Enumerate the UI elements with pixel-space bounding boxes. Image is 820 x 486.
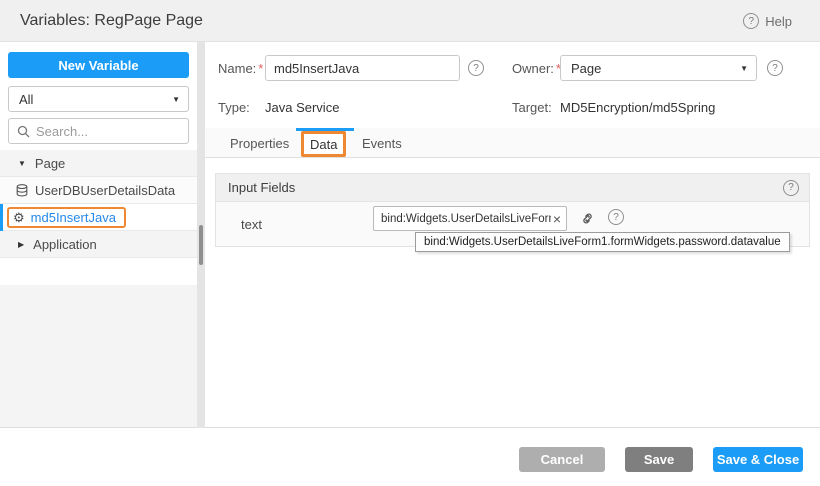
name-input[interactable] [265, 55, 460, 81]
owner-selected-value: Page [571, 61, 601, 76]
bind-help-icon[interactable]: ? [608, 209, 624, 225]
binding-tooltip: bind:Widgets.UserDetailsLiveForm1.formWi… [415, 232, 790, 252]
name-label: Name:* [218, 61, 263, 76]
clear-binding-icon[interactable]: × [551, 212, 563, 226]
target-label: Target: [512, 100, 552, 115]
gear-icon: ⚙ [13, 211, 25, 224]
sidebar-empty-area [0, 285, 197, 427]
page-title: Variables: RegPage Page [20, 12, 203, 30]
search-input[interactable] [36, 124, 180, 139]
tab-bar: Properties Data Events [205, 128, 820, 158]
type-value: Java Service [265, 100, 339, 115]
input-fields-header: Input Fields ? [216, 174, 809, 202]
caret-right-icon: ▶ [18, 240, 24, 249]
bind-link-icon[interactable] [579, 210, 596, 227]
search-box [8, 118, 189, 144]
cancel-button[interactable]: Cancel [519, 447, 605, 472]
section-help-icon[interactable]: ? [783, 180, 799, 196]
variables-dialog: Variables: RegPage Page ? Help New Varia… [0, 0, 820, 486]
dialog-footer: Cancel Save Save & Close [0, 428, 820, 486]
tab-events[interactable]: Events [362, 128, 402, 158]
required-marker: * [258, 61, 263, 76]
sidebar-scrollbar[interactable] [197, 42, 205, 428]
tree-item-label: Application [33, 237, 97, 252]
field-name: text [241, 217, 262, 232]
caret-down-icon: ▼ [18, 159, 26, 168]
scrollbar-thumb[interactable] [199, 225, 203, 265]
sidebar-item-userdbuserdetailsdata[interactable]: UserDBUserDetailsData [0, 177, 197, 204]
sidebar: New Variable All ▼ ▼ Page UserDBUserDeta… [0, 42, 197, 428]
section-title: Input Fields [228, 180, 295, 195]
help-label: Help [765, 14, 792, 29]
tab-data[interactable]: Data [301, 131, 346, 157]
sidebar-item-page[interactable]: ▼ Page [0, 150, 197, 177]
owner-help-icon[interactable]: ? [767, 60, 783, 76]
tree-item-label: UserDBUserDetailsData [35, 183, 175, 198]
new-variable-button[interactable]: New Variable [8, 52, 189, 78]
tree-item-label: Page [35, 156, 65, 171]
name-help-icon[interactable]: ? [468, 60, 484, 76]
type-label: Type: [218, 100, 250, 115]
selected-indicator-bar [0, 204, 3, 231]
annotation-highlight-box: ⚙ md5InsertJava [7, 207, 126, 228]
search-icon [17, 125, 30, 138]
help-icon: ? [743, 13, 759, 29]
main-panel: Name:* ? Owner:* Page ▼ ? Type: Java Ser… [205, 42, 820, 428]
variable-tree: ▼ Page UserDBUserDetailsData ⚙ md5Insert… [0, 150, 197, 258]
dialog-header: Variables: RegPage Page ? Help [0, 0, 820, 42]
sidebar-item-md5insertjava[interactable]: ⚙ md5InsertJava [0, 204, 197, 231]
sidebar-item-application[interactable]: ▶ Application [0, 231, 197, 258]
owner-label: Owner:* [512, 61, 561, 76]
filter-selected-value: All [19, 92, 33, 107]
database-icon [16, 184, 28, 197]
tab-properties[interactable]: Properties [230, 128, 289, 158]
target-value: MD5Encryption/md5Spring [560, 100, 715, 115]
chevron-down-icon: ▼ [740, 64, 748, 73]
tree-item-label: md5InsertJava [31, 210, 116, 225]
help-button[interactable]: ? Help [743, 13, 792, 29]
bind-value-text: bind:Widgets.UserDetailsLiveForm1.fo [381, 213, 551, 225]
save-button[interactable]: Save [625, 447, 693, 472]
owner-select[interactable]: Page ▼ [560, 55, 757, 81]
save-close-button[interactable]: Save & Close [713, 447, 803, 472]
variable-filter-select[interactable]: All ▼ [8, 86, 189, 112]
bind-value-input[interactable]: bind:Widgets.UserDetailsLiveForm1.fo × [373, 206, 567, 231]
chevron-down-icon: ▼ [172, 95, 180, 104]
